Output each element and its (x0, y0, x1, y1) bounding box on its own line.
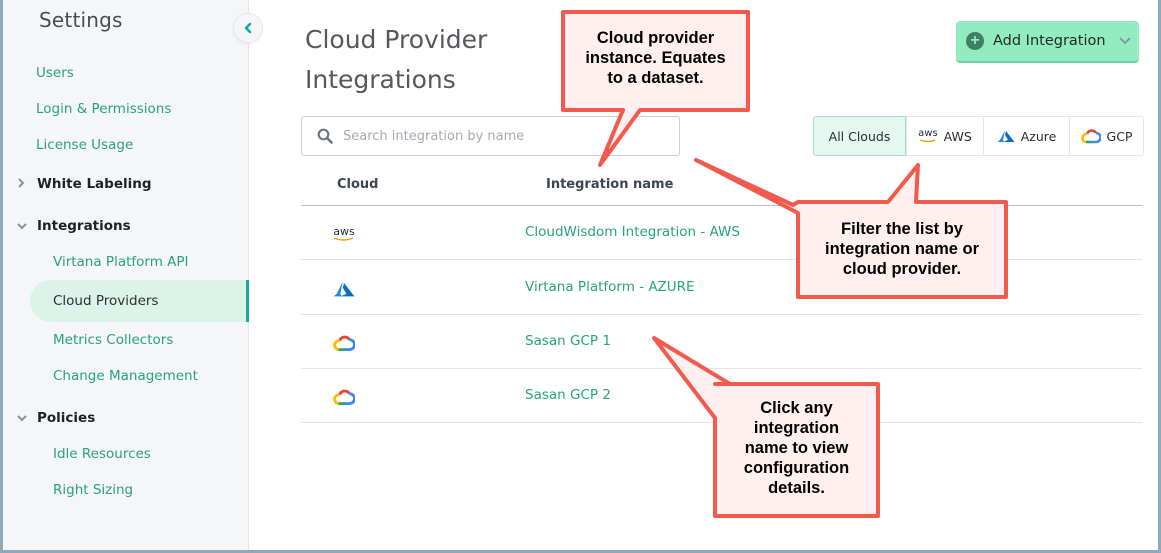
sidebar-item-idle-resources[interactable]: Idle Resources (53, 446, 151, 462)
collapse-sidebar-button[interactable] (233, 13, 263, 43)
sidebar-section-white-labeling[interactable]: White Labeling (17, 176, 152, 192)
page-title: Cloud Provider Integrations (305, 25, 488, 94)
cloud-filter-group: All Clouds aws AWS Azure GCP (813, 116, 1144, 156)
sidebar-item-change-management[interactable]: Change Management (53, 368, 198, 384)
chevron-right-icon (17, 177, 37, 191)
sidebar-item-virtana-platform-api[interactable]: Virtana Platform API (53, 254, 189, 270)
table-row: Virtana Platform - AZURE (301, 261, 1142, 315)
gcp-logo-icon (1080, 129, 1101, 144)
section-label: Integrations (37, 218, 131, 234)
chevron-down-icon (17, 220, 37, 233)
add-integration-button[interactable]: + Add Integration (956, 21, 1139, 63)
integration-name-link[interactable]: Virtana Platform - AZURE (525, 279, 695, 295)
gcp-logo-icon (329, 386, 359, 408)
sidebar-section-integrations[interactable]: Integrations (17, 218, 131, 234)
filter-aws[interactable]: aws AWS (906, 117, 983, 155)
table-row: Sasan GCP 1 (301, 315, 1142, 369)
plus-circle-icon: + (966, 32, 984, 50)
column-header-cloud[interactable]: Cloud (337, 177, 379, 192)
filter-label: AWS (943, 128, 972, 144)
callout-1-text: Cloud provider instance. Equates to a da… (585, 29, 726, 87)
filter-azure[interactable]: Azure (983, 117, 1069, 155)
filter-gcp[interactable]: GCP (1069, 117, 1143, 155)
filter-label: GCP (1106, 128, 1133, 144)
search-box (301, 116, 680, 156)
table-header: Cloud Integration name (301, 168, 1142, 206)
integration-name-link[interactable]: Sasan GCP 2 (525, 387, 611, 403)
sidebar-section-policies[interactable]: Policies (17, 410, 95, 426)
search-input[interactable] (343, 128, 663, 144)
callout-3-text: Click any integration name to view confi… (743, 399, 850, 497)
chevron-down-icon (17, 412, 37, 425)
chevron-down-icon[interactable] (1118, 34, 1131, 48)
sidebar-item-right-sizing[interactable]: Right Sizing (53, 482, 133, 498)
azure-logo-icon (329, 278, 359, 300)
search-icon (317, 128, 333, 144)
aws-logo-icon: aws (333, 225, 355, 241)
sidebar-title: Settings (39, 8, 123, 32)
sidebar-item-login-permissions[interactable]: Login & Permissions (36, 101, 171, 117)
aws-logo-icon: aws (918, 129, 938, 143)
callout-2-text: Filter the list by integration name or c… (824, 220, 980, 278)
integration-name-link[interactable]: Sasan GCP 1 (525, 333, 611, 349)
gcp-logo-icon (329, 332, 359, 354)
filter-all-clouds[interactable]: All Clouds (813, 116, 906, 156)
sidebar-item-metrics-collectors[interactable]: Metrics Collectors (53, 332, 173, 348)
sidebar-item-cloud-providers[interactable]: Cloud Providers (30, 280, 249, 322)
chevron-left-icon (244, 22, 252, 34)
sidebar-item-license-usage[interactable]: License Usage (36, 137, 133, 153)
integration-name-link[interactable]: CloudWisdom Integration - AWS (525, 224, 740, 240)
filter-label: All Clouds (828, 128, 891, 144)
section-label: White Labeling (37, 176, 152, 192)
add-integration-label: Add Integration (993, 33, 1106, 49)
filter-label: Azure (1020, 128, 1057, 144)
sidebar: Settings Users Login & Permissions Licen… (3, 0, 249, 550)
sidebar-item-users[interactable]: Users (36, 65, 74, 81)
section-label: Policies (37, 410, 96, 426)
sidebar-item-label: Cloud Providers (53, 293, 159, 309)
app-window: Settings Users Login & Permissions Licen… (3, 0, 1158, 550)
azure-logo-icon (997, 130, 1015, 142)
column-header-integration-name[interactable]: Integration name (546, 177, 673, 192)
table-row: aws CloudWisdom Integration - AWS (301, 206, 1142, 260)
